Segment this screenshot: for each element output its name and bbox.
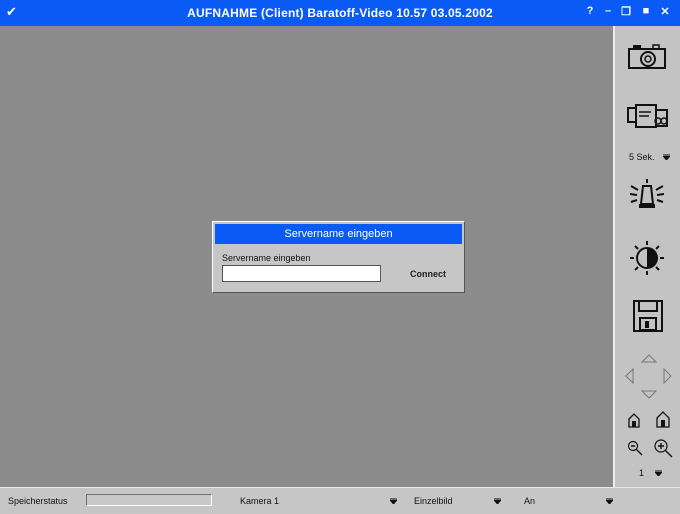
- camera-select[interactable]: Kamera 1: [240, 496, 279, 506]
- brightness-icon[interactable]: [629, 240, 665, 276]
- status-bar: Speicherstatus Kamera 1 Einzelbild An: [0, 487, 680, 514]
- title-bar: ✔ AUFNAHME (Client) Baratoff-Video 10.57…: [0, 0, 680, 26]
- interval-value[interactable]: 5 Sek.: [629, 152, 655, 162]
- camera-icon[interactable]: [627, 42, 667, 70]
- dialog-title: Servername eingeben: [215, 224, 462, 244]
- chevron-down-icon[interactable]: [494, 498, 501, 504]
- alarm-siren-icon[interactable]: [629, 178, 665, 210]
- close-button[interactable]: ✕: [659, 5, 671, 18]
- maximize-button[interactable]: ■: [640, 5, 652, 17]
- pan-down-icon[interactable]: [641, 390, 657, 399]
- connect-button[interactable]: Connect: [394, 264, 462, 284]
- video-camera-icon[interactable]: [627, 102, 669, 130]
- restore-button[interactable]: ❐: [620, 5, 632, 18]
- chevron-down-icon[interactable]: [390, 498, 397, 504]
- storage-progress-bar: [86, 494, 212, 506]
- chevron-down-icon[interactable]: [655, 470, 662, 476]
- page-number[interactable]: 1: [639, 468, 644, 478]
- control-sidebar: 5 Sek. 1: [613, 26, 680, 487]
- home-preset-alt-icon[interactable]: [655, 410, 671, 428]
- zoom-in-icon[interactable]: [653, 438, 673, 458]
- servername-label: Servername eingeben: [222, 253, 311, 263]
- zoom-out-icon[interactable]: [627, 440, 643, 456]
- pan-left-icon[interactable]: [625, 368, 634, 384]
- storage-status-label: Speicherstatus: [8, 496, 68, 506]
- state-select[interactable]: An: [524, 496, 535, 506]
- chevron-down-icon[interactable]: [606, 498, 613, 504]
- minimize-button[interactable]: –: [602, 5, 614, 17]
- chevron-down-icon[interactable]: [663, 154, 670, 160]
- home-preset-icon[interactable]: [627, 412, 641, 428]
- pan-right-icon[interactable]: [663, 368, 672, 384]
- mode-select[interactable]: Einzelbild: [414, 496, 453, 506]
- servername-input[interactable]: [222, 265, 381, 282]
- server-dialog: Servername eingeben Servername eingeben …: [212, 221, 465, 293]
- window-title: AUFNAHME (Client) Baratoff-Video 10.57 0…: [187, 6, 493, 20]
- help-button[interactable]: ?: [584, 5, 596, 17]
- pan-up-icon[interactable]: [641, 354, 657, 363]
- floppy-disk-icon[interactable]: [633, 300, 663, 332]
